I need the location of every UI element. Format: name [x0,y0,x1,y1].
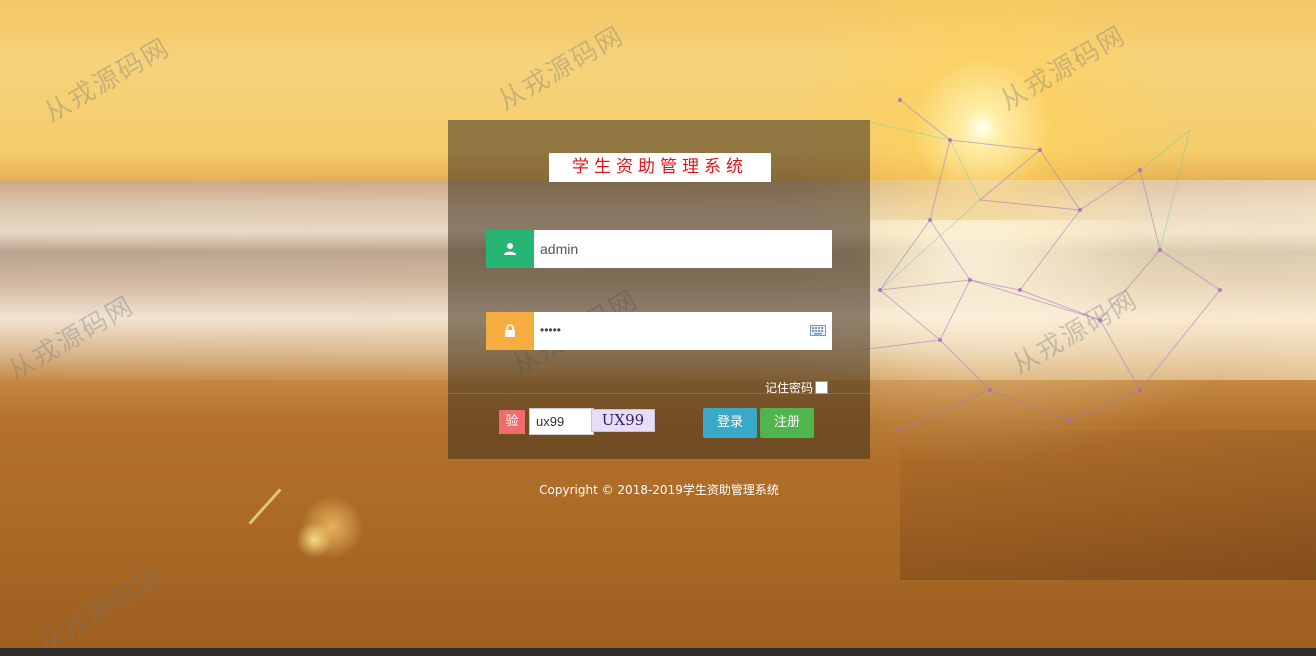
login-panel: 学生资助管理系统 ••••• 记住密码 [448,120,870,459]
lens-flare [296,522,332,558]
username-input[interactable] [534,230,816,268]
captcha-image[interactable]: UX99 [591,409,655,432]
password-input[interactable]: ••••• [540,323,561,337]
login-button[interactable]: 登录 [703,408,757,438]
driftwood-stick [248,488,282,525]
captcha-input[interactable]: ux99 [529,408,594,435]
particle-network [859,98,1222,432]
watermark: 从戎源码网 [39,32,176,129]
captcha-tag: 验 [499,410,525,434]
divider [448,393,870,394]
keyboard-icon[interactable] [810,325,826,336]
password-field[interactable]: ••••• [486,312,832,350]
watermark: 从戎源码网 [33,562,170,656]
username-field[interactable] [486,230,832,268]
bottom-bar [0,648,1316,656]
user-icon [486,230,534,268]
system-title: 学生资助管理系统 [549,153,771,182]
register-button[interactable]: 注册 [760,408,814,438]
lock-icon [486,312,534,350]
watermark: 从戎源码网 [493,20,630,117]
copyright-text: Copyright © 2018-2019学生资助管理系统 [539,483,779,497]
